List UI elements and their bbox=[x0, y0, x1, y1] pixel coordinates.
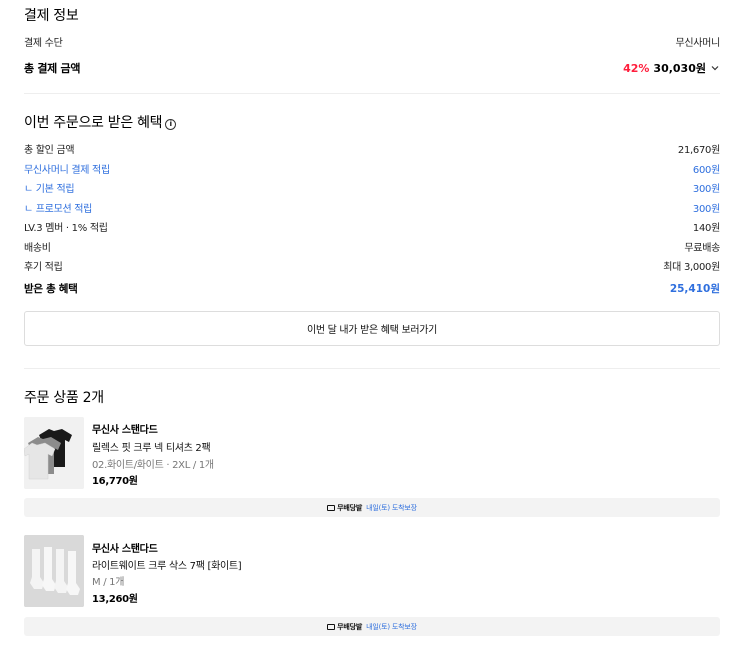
product-option: M / 1개 bbox=[92, 577, 125, 588]
order-title: 주문 상품 2개 bbox=[24, 390, 104, 406]
product-thumbnail[interactable] bbox=[24, 535, 84, 607]
product-price: 13,260원 bbox=[92, 594, 138, 605]
benefit-value: 최대 3,000원 bbox=[663, 262, 720, 273]
delivery-guarantee-bar: 무배당발 내일(토) 도착보장 bbox=[24, 617, 720, 636]
delivery-badge: 무배당발 bbox=[337, 622, 363, 631]
payment-method-label: 결제 수단 bbox=[24, 38, 63, 49]
benefit-row: 총 할인 금액 21,670원 bbox=[24, 141, 720, 156]
payment-total-label: 총 결제 금액 bbox=[24, 62, 81, 75]
truck-icon bbox=[327, 504, 336, 511]
order-header: 주문 상품 2개 bbox=[24, 387, 720, 407]
tshirt-image bbox=[24, 417, 84, 489]
benefit-total-value: 25,410원 bbox=[669, 283, 720, 295]
benefits-header: 이번 주문으로 받은 혜택 i bbox=[24, 112, 720, 132]
benefit-total-label: 받은 총 혜택 bbox=[24, 283, 78, 295]
benefit-label: ㄴ 프로모션 적립 bbox=[24, 204, 93, 215]
benefit-label: LV.3 멤버 · 1% 적립 bbox=[24, 223, 108, 234]
benefits-title: 이번 주문으로 받은 혜택 bbox=[24, 115, 163, 131]
divider bbox=[24, 368, 720, 369]
payment-title: 결제 정보 bbox=[24, 8, 79, 24]
product-thumbnail[interactable] bbox=[24, 417, 84, 489]
payment-total-value: 30,030원 bbox=[653, 62, 706, 75]
benefit-total-row: 받은 총 혜택 25,410원 bbox=[24, 281, 720, 296]
product-name[interactable]: 라이트웨이트 크루 삭스 7팩 [화이트] bbox=[92, 557, 242, 572]
truck-icon bbox=[327, 623, 336, 630]
delivery-text: 내일(토) 도착보장 bbox=[366, 622, 417, 631]
payment-method-value: 무신사머니 bbox=[675, 38, 720, 49]
discount-rate: 42% bbox=[623, 61, 650, 75]
delivery-guarantee-bar: 무배당발 내일(토) 도착보장 bbox=[24, 498, 720, 517]
benefit-row: 무신사머니 결제 적립 600원 bbox=[24, 161, 720, 176]
delivery-badge: 무배당발 bbox=[337, 503, 363, 512]
benefit-value: 300원 bbox=[692, 184, 720, 195]
info-icon[interactable]: i bbox=[165, 118, 177, 130]
payment-method-row: 결제 수단 무신사머니 bbox=[24, 34, 720, 49]
benefit-row: ㄴ 기본 적립 300원 bbox=[24, 180, 720, 195]
payment-total-row[interactable]: 총 결제 금액 42% 30,030원 bbox=[24, 60, 720, 76]
divider bbox=[24, 93, 720, 94]
benefit-value: 무료배송 bbox=[684, 243, 720, 254]
benefit-value: 300원 bbox=[692, 204, 720, 215]
view-monthly-benefits-button[interactable]: 이번 달 내가 받은 혜택 보러가기 bbox=[24, 311, 720, 346]
product-name[interactable]: 릴렉스 핏 크루 넥 티셔츠 2팩 bbox=[92, 439, 211, 454]
benefit-row: 후기 적립 최대 3,000원 bbox=[24, 258, 720, 273]
payment-section: 결제 정보 bbox=[24, 5, 720, 25]
benefit-value: 140원 bbox=[692, 223, 720, 234]
socks-image bbox=[24, 535, 84, 607]
benefit-value: 21,670원 bbox=[677, 145, 720, 156]
product-brand[interactable]: 무신사 스탠다드 bbox=[92, 540, 158, 555]
delivery-text: 내일(토) 도착보장 bbox=[366, 503, 417, 512]
benefit-row: 배송비 무료배송 bbox=[24, 239, 720, 254]
product-price: 16,770원 bbox=[92, 476, 138, 487]
chevron-down-icon[interactable] bbox=[710, 63, 720, 73]
benefit-label: 무신사머니 결제 적립 bbox=[24, 165, 110, 176]
benefit-label: 총 할인 금액 bbox=[24, 145, 75, 156]
benefit-value: 600원 bbox=[692, 165, 720, 176]
benefit-label: 후기 적립 bbox=[24, 262, 63, 273]
benefit-label: ㄴ 기본 적립 bbox=[24, 184, 75, 195]
benefit-row: ㄴ 프로모션 적립 300원 bbox=[24, 200, 720, 215]
benefit-label: 배송비 bbox=[24, 243, 51, 254]
benefit-row: LV.3 멤버 · 1% 적립 140원 bbox=[24, 219, 720, 234]
product-brand[interactable]: 무신사 스탠다드 bbox=[92, 421, 158, 436]
product-option: 02.화이트/화이트 · 2XL / 1개 bbox=[92, 460, 214, 471]
